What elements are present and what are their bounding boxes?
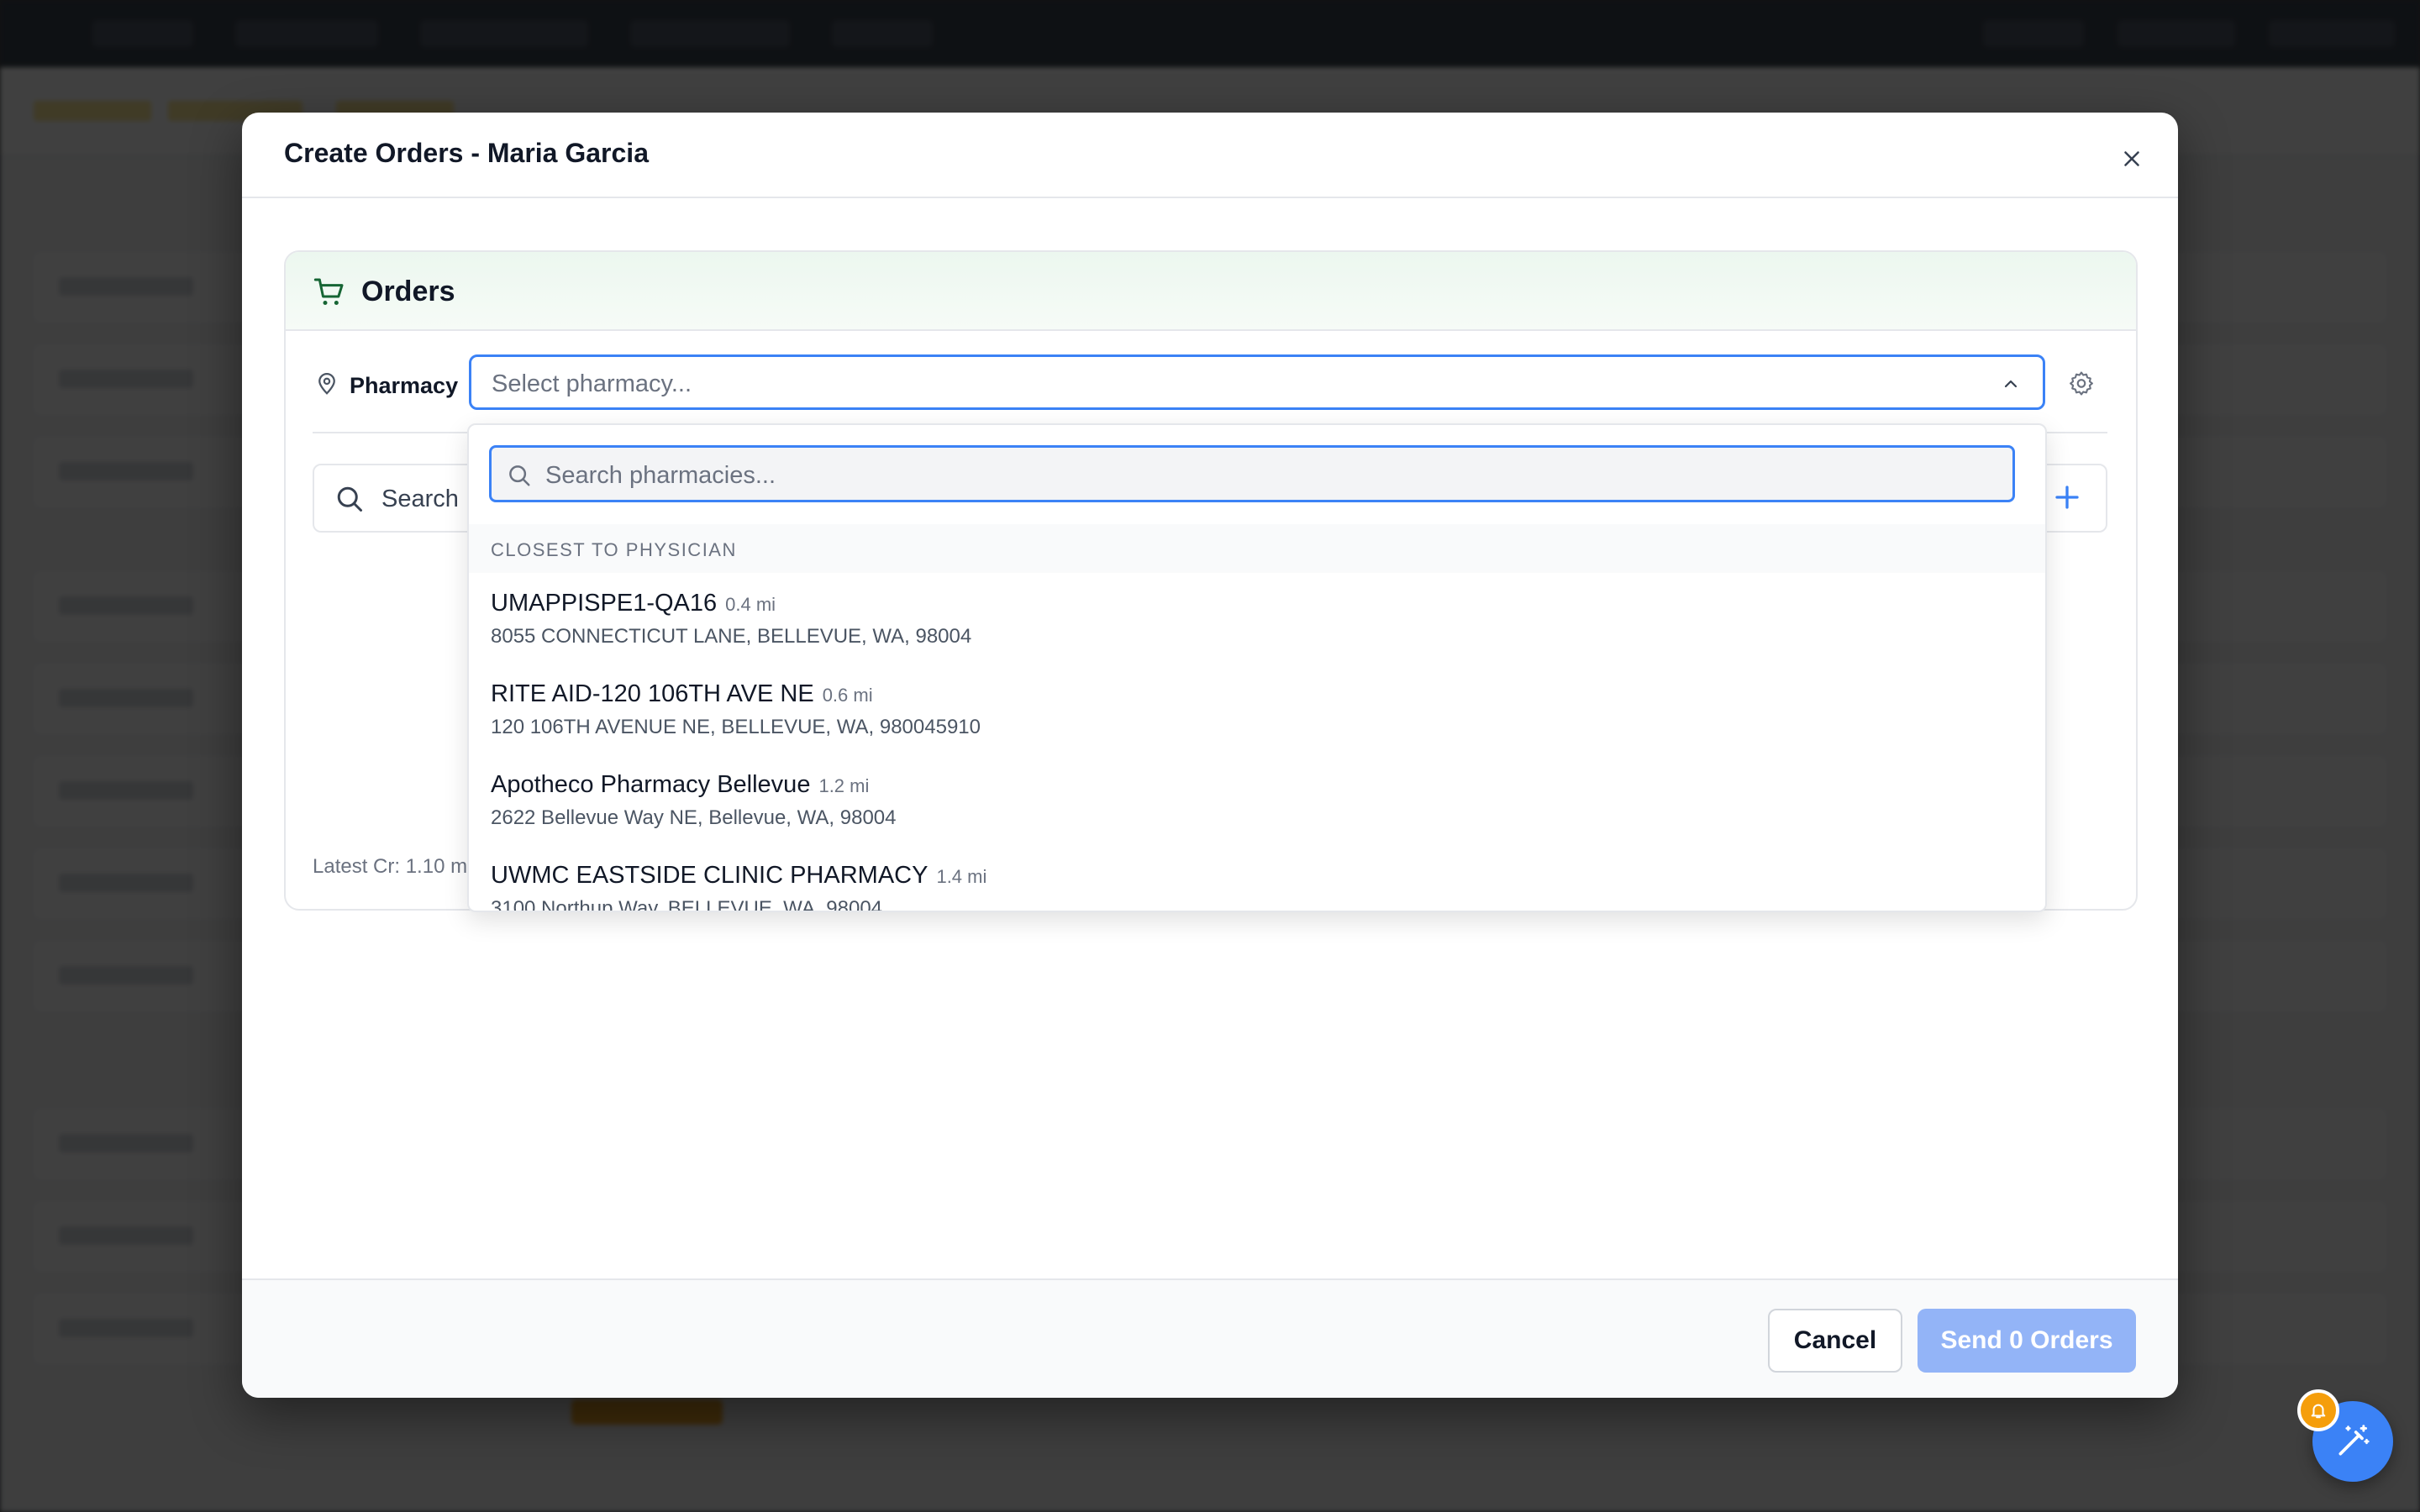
pharmacy-option-name-row: Apotheco Pharmacy Bellevue 1.2 mi — [491, 771, 869, 799]
map-pin-icon — [318, 373, 335, 395]
shopping-cart-icon — [313, 278, 344, 305]
section-label-closest: CLOSEST TO PHYSICIAN — [491, 539, 737, 560]
send-orders-button[interactable]: Send 0 Orders — [1918, 1309, 2136, 1373]
close-button[interactable] — [2119, 146, 2144, 171]
pharmacy-option[interactable]: RITE AID-120 106TH AVE NE 0.6 mi 120 106T… — [469, 664, 2045, 754]
pharmacy-search-box[interactable] — [489, 445, 2015, 502]
magic-wand-icon — [2338, 1425, 2370, 1456]
pharmacy-option-distance: 1.2 mi — [818, 775, 870, 796]
pharmacy-option-name-row: RITE AID-120 106TH AVE NE 0.6 mi — [491, 680, 873, 708]
latest-cr-text: Latest Cr: 1.10 m — [313, 855, 468, 878]
pharmacy-option-address: 3100 Northup Way, BELLEVUE, WA, 98004 — [491, 897, 883, 912]
dropdown-section-header: CLOSEST TO PHYSICIAN — [469, 524, 2045, 573]
pharmacy-option-name: RITE AID-120 106TH AVE NE — [491, 680, 814, 707]
pharmacy-option-name: Apotheco Pharmacy Bellevue — [491, 771, 811, 798]
pharmacy-option-address: 120 106TH AVENUE NE, BELLEVUE, WA, 98004… — [491, 716, 981, 738]
orders-card-header: Orders — [286, 252, 2136, 331]
modal-header: Create Orders - Maria Garcia — [242, 113, 2178, 198]
pharmacy-option-distance: 1.4 mi — [936, 866, 987, 887]
modal-footer: Cancel Send 0 Orders — [242, 1278, 2178, 1398]
plus-icon[interactable] — [2052, 482, 2082, 512]
pharmacy-option-name: UWMC EASTSIDE CLINIC PHARMACY — [491, 862, 929, 889]
pharmacy-option[interactable]: UWMC EASTSIDE CLINIC PHARMACY 1.4 mi 3100… — [469, 845, 2045, 912]
pharmacy-option[interactable]: Apotheco Pharmacy Bellevue 1.2 mi 2622 Be… — [469, 754, 2045, 845]
cancel-button[interactable]: Cancel — [1768, 1309, 1902, 1373]
pharmacy-search-input[interactable] — [544, 456, 1992, 495]
pharmacy-label: Pharmacy — [350, 373, 459, 398]
pharmacy-option-name: UMAPPISPE1-QA16 — [491, 590, 718, 617]
pharmacy-row: Pharmacy Select pharmacy... — [286, 329, 2136, 433]
modal-title: Create Orders - Maria Garcia — [284, 138, 649, 168]
orders-card-title: Orders — [361, 276, 455, 307]
pharmacy-option-distance: 0.4 mi — [725, 594, 776, 615]
pharmacy-select[interactable]: Select pharmacy... — [469, 354, 2045, 410]
chevron-up-icon — [2004, 380, 2018, 388]
pharmacy-search-wrap — [469, 425, 2045, 526]
gear-icon[interactable] — [2067, 370, 2096, 398]
pharmacy-option[interactable]: UMAPPISPE1-QA16 0.4 mi 8055 CONNECTICUT L… — [469, 573, 2045, 664]
order-search-text: Search — [381, 486, 459, 512]
pharmacy-option-distance: 0.6 mi — [822, 685, 873, 706]
close-icon — [2124, 151, 2139, 166]
bell-icon — [2311, 1404, 2326, 1419]
notification-badge[interactable] — [2297, 1389, 2339, 1431]
pharmacy-select-placeholder: Select pharmacy... — [492, 370, 692, 397]
pharmacy-option-name-row: UWMC EASTSIDE CLINIC PHARMACY 1.4 mi — [491, 862, 986, 890]
pharmacy-option-name-row: UMAPPISPE1-QA16 0.4 mi — [491, 590, 776, 617]
pharmacy-option-address: 8055 CONNECTICUT LANE, BELLEVUE, WA, 980… — [491, 625, 972, 648]
pharmacy-dropdown: CLOSEST TO PHYSICIAN UMAPPISPE1-QA16 0.4 … — [467, 423, 2047, 912]
search-icon — [509, 465, 530, 486]
search-icon — [337, 486, 362, 512]
pharmacy-option-address: 2622 Bellevue Way NE, Bellevue, WA, 9800… — [491, 806, 897, 829]
